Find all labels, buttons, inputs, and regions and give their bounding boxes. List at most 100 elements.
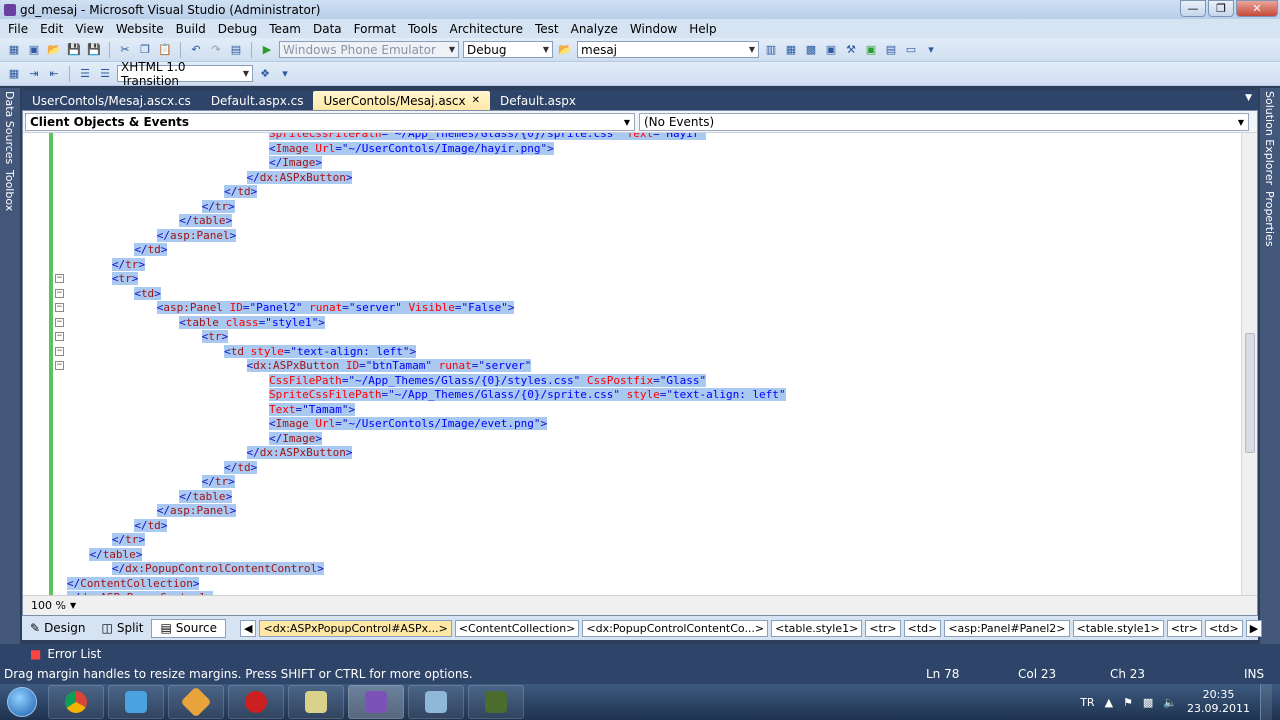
collapse-outline-icon[interactable]: − xyxy=(55,332,64,341)
outdent-icon[interactable]: ⇤ xyxy=(46,66,62,82)
breadcrumb-item[interactable]: <ContentCollection> xyxy=(454,619,580,637)
code-line[interactable]: SpriteCssFilePath="~/App_Themes/Glass/{0… xyxy=(268,133,707,141)
menu-item-edit[interactable]: Edit xyxy=(34,22,69,36)
design-view-button[interactable]: ✎ Design xyxy=(22,619,94,638)
code-line[interactable]: </table> xyxy=(179,489,233,504)
volume-icon[interactable]: 🔈 xyxy=(1163,696,1177,709)
code-line[interactable]: </dx:ASPxButton> xyxy=(246,170,353,185)
toolbar-options-icon[interactable]: ▾ xyxy=(277,66,293,82)
code-line[interactable]: </ContentCollection> xyxy=(67,576,200,591)
breadcrumb-item[interactable]: <dx:ASPxPopupControl#ASPx...> xyxy=(259,619,452,637)
taskbar-editor-app[interactable] xyxy=(408,685,464,719)
code-line[interactable]: </td> xyxy=(134,518,168,533)
tab-list-dropdown-icon[interactable]: ▼ xyxy=(1245,93,1252,103)
taskbar-recorder-app[interactable] xyxy=(468,685,524,719)
add-item-icon[interactable]: ▣ xyxy=(26,42,42,58)
undo-icon[interactable]: ↶ xyxy=(188,42,204,58)
code-line[interactable]: </dx:PopupControlContentControl> xyxy=(111,562,324,576)
taskbar-tools-app[interactable] xyxy=(168,685,224,719)
menu-item-website[interactable]: Website xyxy=(110,22,170,36)
code-line[interactable]: <Image Url="~/UserContols/Image/hayir.pn… xyxy=(268,141,554,156)
menu-item-team[interactable]: Team xyxy=(263,22,307,36)
breadcrumb-next-icon[interactable]: ▶ xyxy=(1245,619,1263,637)
menu-item-build[interactable]: Build xyxy=(170,22,212,36)
emulator-select[interactable]: Windows Phone Emulator ▼ xyxy=(279,41,459,58)
code-line[interactable]: CssFilePath="~/App_Themes/Glass/{0}/styl… xyxy=(268,373,707,388)
menu-item-window[interactable]: Window xyxy=(624,22,683,36)
restore-button[interactable]: ❐ xyxy=(1208,0,1234,17)
tab-default-aspx-cs[interactable]: Default.aspx.cs xyxy=(201,91,314,110)
taskbar-opera[interactable] xyxy=(228,685,284,719)
code-line[interactable]: </Image> xyxy=(268,431,322,446)
code-line[interactable]: </asp:Panel> xyxy=(156,228,237,243)
menu-item-help[interactable]: Help xyxy=(683,22,722,36)
comment-icon[interactable]: ☰ xyxy=(77,66,93,82)
code-line[interactable]: </tr> xyxy=(111,257,145,272)
code-editor[interactable]: Client Objects & Events ▼ (No Events) ▼ Sp… xyxy=(22,110,1258,616)
code-line[interactable]: </tr> xyxy=(201,199,235,214)
code-line[interactable]: <table class="style1"> xyxy=(179,315,325,330)
menu-item-data[interactable]: Data xyxy=(307,22,348,36)
schema-select[interactable]: XHTML 1.0 Transition ▼ xyxy=(117,60,253,88)
find-combo[interactable]: mesaj ▼ xyxy=(577,41,759,58)
code-area[interactable]: SpriteCssFilePath="~/App_Themes/Glass/{0… xyxy=(23,133,1241,597)
menu-item-analyze[interactable]: Analyze xyxy=(565,22,624,36)
save-all-icon[interactable]: 💾 xyxy=(86,42,102,58)
taskbar-visual-studio[interactable] xyxy=(348,685,404,719)
collapse-outline-icon[interactable]: − xyxy=(55,288,64,298)
code-line[interactable]: SpriteCssFilePath="~/App_Themes/Glass/{0… xyxy=(268,388,786,402)
breadcrumb-item[interactable]: <table.style1> xyxy=(771,619,863,637)
configuration-select[interactable]: Debug ▼ xyxy=(463,41,553,58)
code-line[interactable]: </tr> xyxy=(201,475,235,489)
code-line[interactable]: <td style="text-align: left"> xyxy=(224,344,417,359)
vertical-scrollbar[interactable] xyxy=(1241,133,1257,597)
menu-item-file[interactable]: File xyxy=(2,22,34,36)
code-line[interactable]: </dx:ASPxButton> xyxy=(246,446,353,460)
find-in-files-icon[interactable]: 📂 xyxy=(557,42,573,58)
menu-item-tools[interactable]: Tools xyxy=(402,22,444,36)
code-line[interactable]: <asp:Panel ID="Panel2" runat="server" Vi… xyxy=(156,301,515,315)
data-sources-tab[interactable]: Data Sources xyxy=(3,88,16,167)
breadcrumb-item[interactable]: <dx:PopupControlContentCo...> xyxy=(582,619,769,637)
taskbar-network-app[interactable] xyxy=(108,685,164,719)
menu-item-view[interactable]: View xyxy=(69,22,109,36)
breadcrumb-item[interactable]: <asp:Panel#Panel2> xyxy=(944,619,1070,637)
collapse-outline-icon[interactable]: − xyxy=(55,361,64,370)
tools-icon[interactable]: ⚒ xyxy=(843,42,859,58)
code-line[interactable]: </Image> xyxy=(268,156,322,170)
code-line[interactable]: </asp:Panel> xyxy=(156,504,237,518)
source-view-button[interactable]: ▤ Source xyxy=(151,618,227,638)
start-debugging-icon[interactable]: ▶ xyxy=(259,42,275,58)
cut-icon[interactable]: ✂ xyxy=(117,42,133,58)
events-combo[interactable]: (No Events) ▼ xyxy=(639,113,1249,131)
code-line[interactable]: </td> xyxy=(134,243,168,257)
window-icon[interactable]: ▭ xyxy=(903,42,919,58)
collapse-outline-icon[interactable]: − xyxy=(55,317,64,327)
save-icon[interactable]: 💾 xyxy=(66,42,82,58)
code-line[interactable]: </table> xyxy=(179,214,233,228)
code-line[interactable]: </td> xyxy=(224,185,258,199)
properties-tab[interactable]: Properties xyxy=(1263,188,1276,250)
uncomment-icon[interactable]: ☰ xyxy=(97,66,113,82)
extension-icon[interactable]: ▣ xyxy=(863,42,879,58)
solution-explorer-tab[interactable]: Solution Explorer xyxy=(1263,88,1276,188)
open-file-icon[interactable]: 📂 xyxy=(46,42,62,58)
show-hidden-icons-icon[interactable]: ▲ xyxy=(1105,696,1113,709)
code-line[interactable]: </tr> xyxy=(111,533,145,547)
code-line[interactable]: <td> xyxy=(134,286,161,301)
new-project-icon[interactable]: ▦ xyxy=(6,42,22,58)
close-button[interactable]: ✕ xyxy=(1236,0,1278,17)
error-list-tab[interactable]: ■ Error List xyxy=(0,644,1280,664)
collapse-outline-icon[interactable]: − xyxy=(55,303,64,312)
menu-item-format[interactable]: Format xyxy=(348,22,402,36)
scrollbar-thumb[interactable] xyxy=(1245,333,1255,453)
code-line[interactable]: <tr> xyxy=(111,272,139,286)
start-button[interactable] xyxy=(0,685,44,719)
code-line[interactable]: Text="Tamam"> xyxy=(268,402,356,417)
object-browser-icon[interactable]: ▩ xyxy=(803,42,819,58)
toolbox-tab[interactable]: Toolbox xyxy=(3,167,16,214)
breadcrumb-item[interactable]: <td> xyxy=(1204,619,1243,637)
indent-icon[interactable]: ⇥ xyxy=(26,66,42,82)
menu-item-debug[interactable]: Debug xyxy=(212,22,263,36)
navigate-icon[interactable]: ▤ xyxy=(228,42,244,58)
